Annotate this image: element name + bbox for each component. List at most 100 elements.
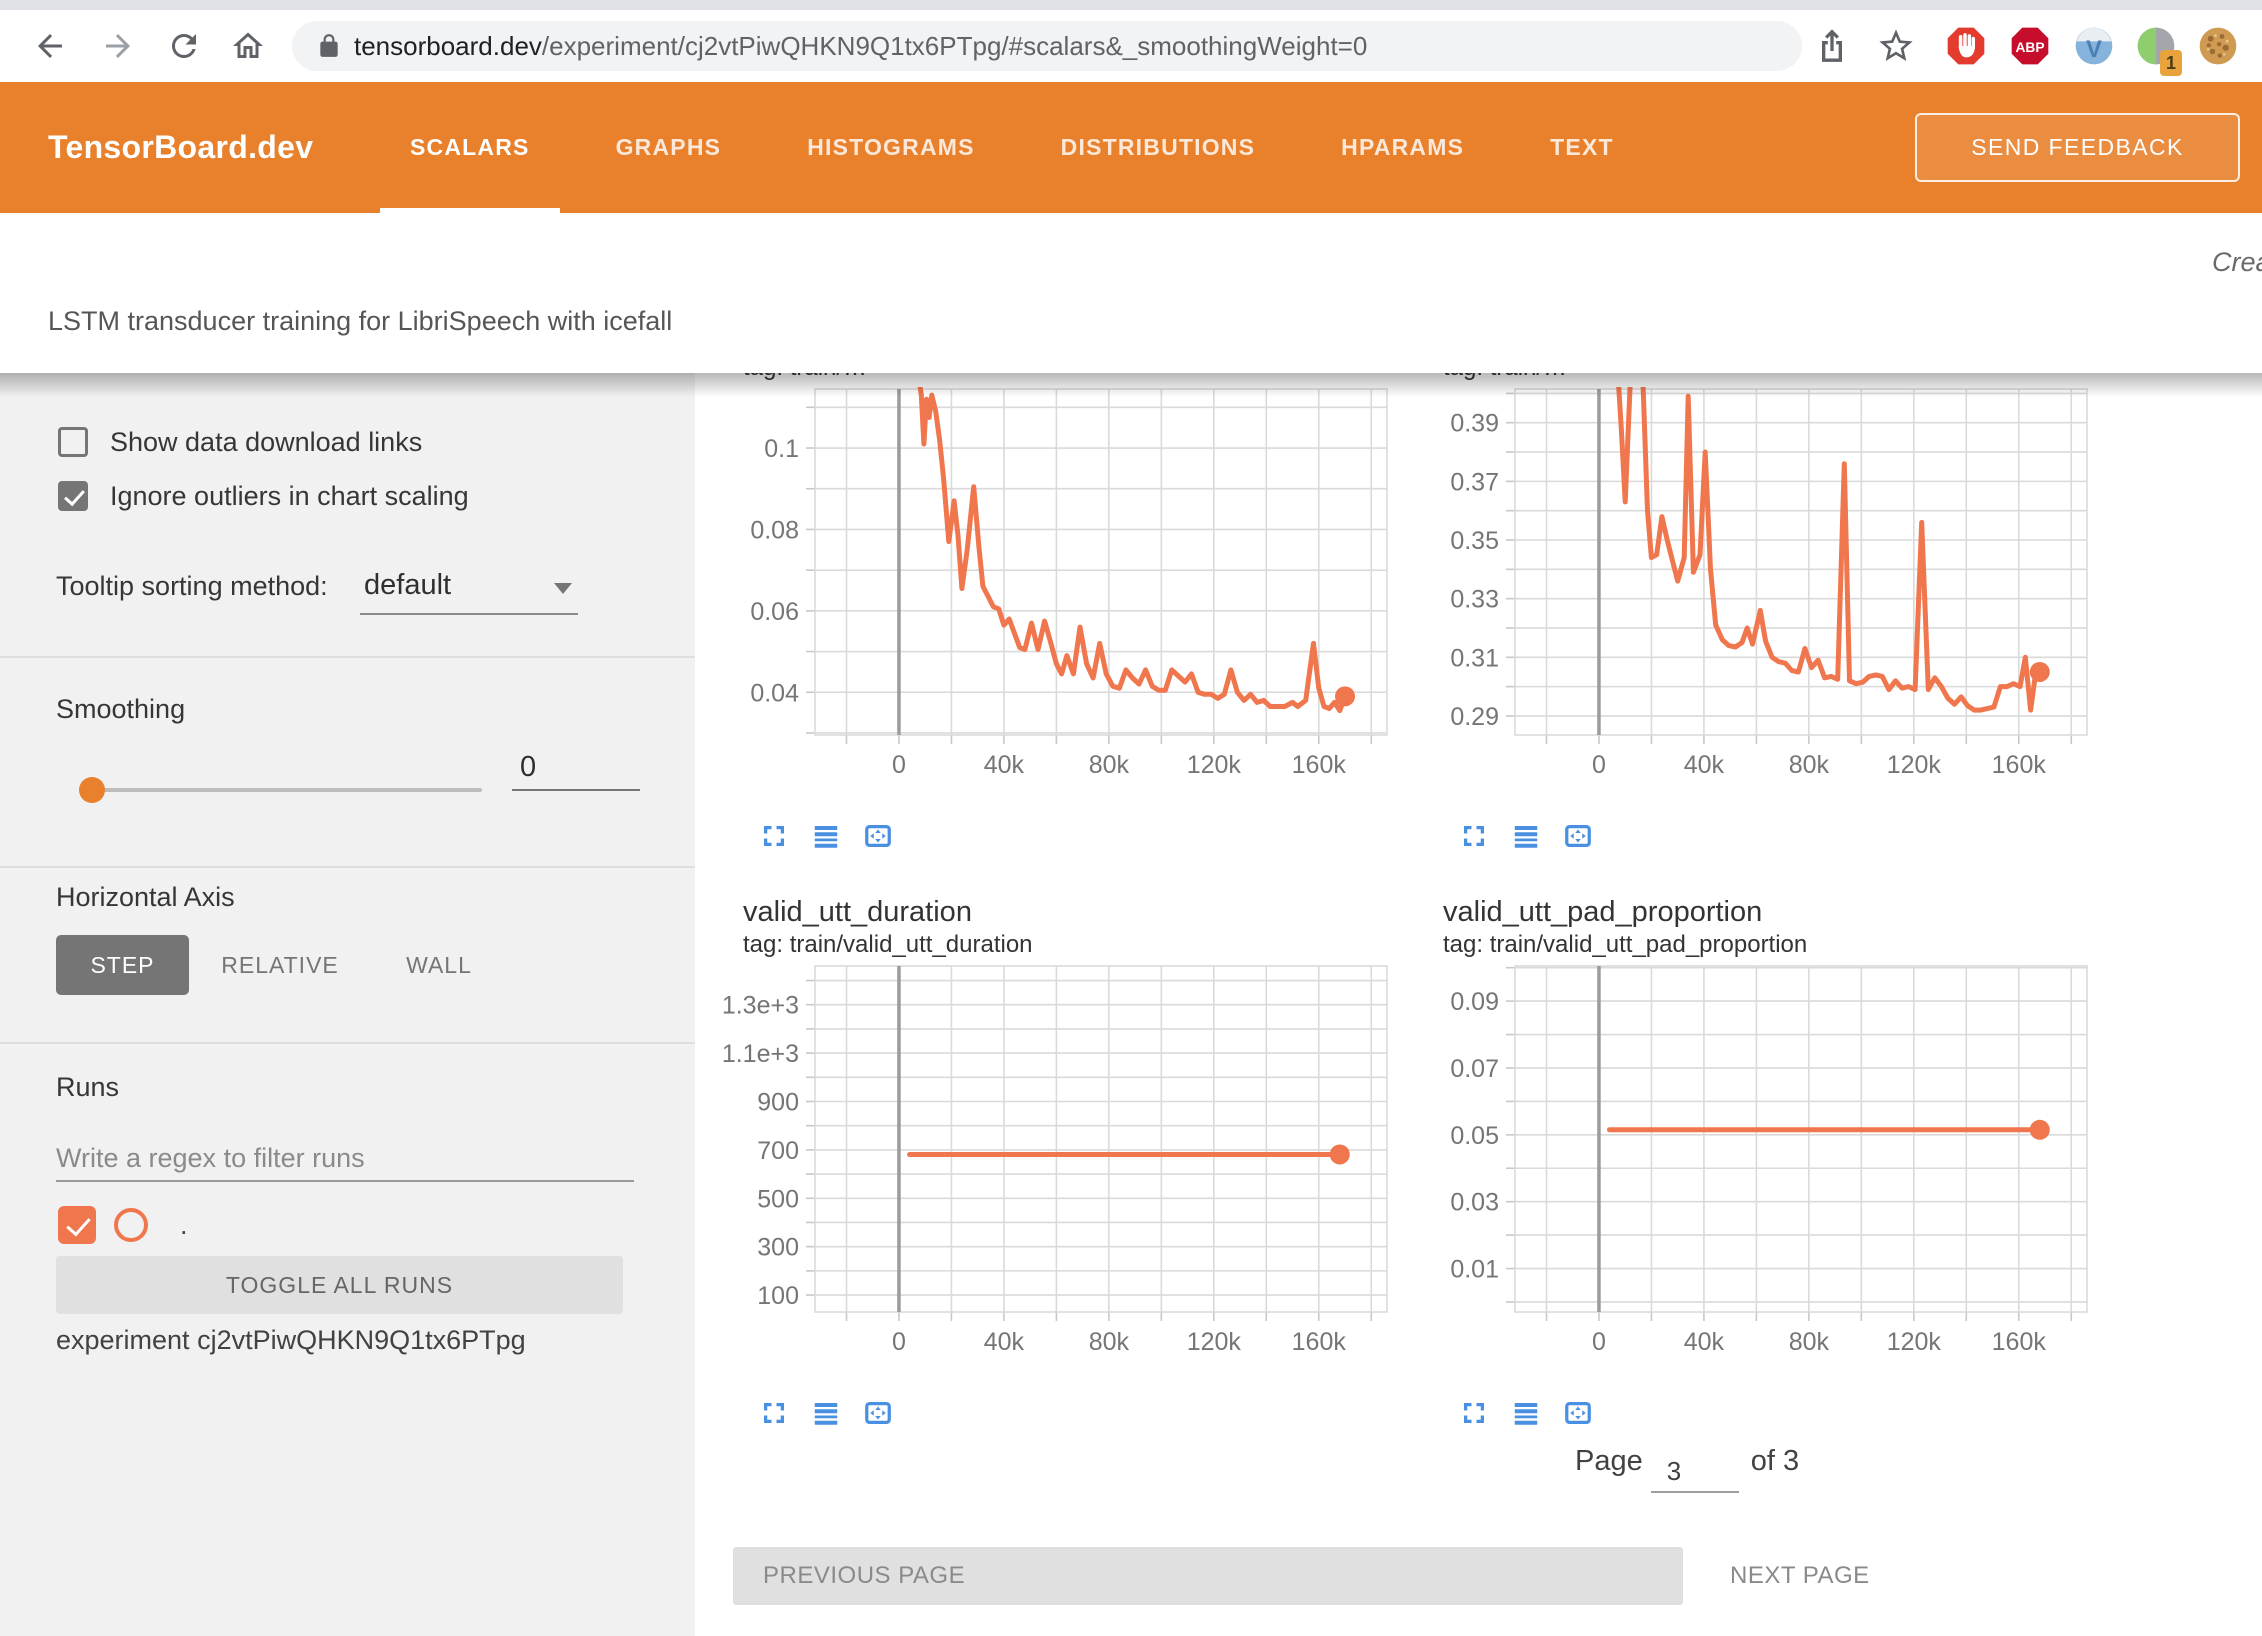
svg-text:0.39: 0.39 [1450,410,1499,438]
smoothing-value-input[interactable] [512,745,640,791]
chart-tag: tag: train/valid_utt_pad_proportion [1403,930,2103,960]
svg-text:0.1: 0.1 [764,435,799,463]
experiment-title: LSTM transducer training for LibriSpeech… [48,306,672,337]
chart-actions [703,1385,1403,1441]
tab-scalars[interactable]: SCALARS [380,82,560,213]
fullscreen-icon[interactable] [1459,821,1489,851]
tab-hparams[interactable]: HPARAMS [1311,82,1494,213]
data-table-icon[interactable] [1511,1398,1541,1428]
ignore-outliers-label: Ignore outliers in chart scaling [110,481,469,512]
forward-icon[interactable] [100,28,136,64]
url-bar[interactable]: tensorboard.dev/experiment/cj2vtPiwQHKN9… [292,21,1802,71]
ext-abp-icon[interactable]: ABP [2008,24,2052,68]
scalar-chart[interactable]: 040k80k120k160k1003005007009001.1e+31.3e… [703,960,1403,1385]
home-icon[interactable] [230,28,266,64]
data-table-icon[interactable] [811,821,841,851]
lock-icon [316,33,342,59]
svg-text:0.06: 0.06 [750,598,799,626]
smoothing-slider-thumb[interactable] [79,777,105,803]
share-icon[interactable] [1812,26,1852,66]
tab-graphs[interactable]: GRAPHS [586,82,752,213]
data-table-icon[interactable] [811,1398,841,1428]
svg-text:160k: 160k [1992,751,2047,779]
svg-text:0.33: 0.33 [1450,586,1499,614]
svg-text:0.03: 0.03 [1450,1189,1499,1217]
chart-tile: valid_utt_pad_proportion tag: train/vali… [1403,894,2103,1441]
tab-text[interactable]: TEXT [1520,82,1644,213]
ext-privacy-icon[interactable]: 1 [2134,24,2178,68]
axis-relative-button[interactable]: RELATIVE [210,935,350,995]
browser-toolbar: tensorboard.dev/experiment/cj2vtPiwQHKN9… [0,10,2262,83]
svg-text:80k: 80k [1089,751,1130,779]
fullscreen-icon[interactable] [759,1398,789,1428]
scalar-chart[interactable]: 040k80k120k160k0.290.310.330.350.370.39 [1403,383,2103,808]
runs-filter-input[interactable] [56,1136,634,1182]
svg-text:0.07: 0.07 [1450,1055,1499,1083]
svg-text:0.31: 0.31 [1450,644,1499,672]
run-checkbox[interactable] [58,1206,96,1244]
tab-histograms[interactable]: HISTOGRAMS [777,82,1004,213]
svg-text:120k: 120k [1187,1328,1242,1356]
ignore-outliers-checkbox[interactable] [58,481,88,511]
previous-page-button[interactable]: PREVIOUS PAGE [733,1547,1683,1605]
fit-domain-icon[interactable] [1563,1398,1593,1428]
fit-domain-icon[interactable] [863,821,893,851]
horizontal-axis-label: Horizontal Axis [56,882,235,913]
url-host: tensorboard.dev [354,31,542,61]
pagination: Page of 3 [1575,1445,1799,1505]
ext-cookie-icon[interactable] [2196,24,2240,68]
svg-text:120k: 120k [1887,1328,1942,1356]
charts-area: tag: train/… 040k80k120k160k0.040.060.08… [695,373,2262,1636]
next-page-button[interactable]: NEXT PAGE [1710,1547,1890,1605]
chart-actions [703,808,1403,864]
svg-text:0: 0 [892,1328,906,1356]
svg-text:0.04: 0.04 [750,679,799,707]
tensorboard-logo[interactable]: TensorBoard.dev [48,82,313,213]
ext-adblock-hand-icon[interactable] [1944,24,1988,68]
smoothing-slider-track[interactable] [92,788,482,792]
ext-vimium-icon[interactable]: V [2072,24,2116,68]
svg-text:0.37: 0.37 [1450,468,1499,496]
svg-text:40k: 40k [984,1328,1025,1356]
url-path: /experiment/cj2vtPiwQHKN9Q1tx6PTpg/#scal… [542,31,1367,61]
chart-tile: valid_utt_duration tag: train/valid_utt_… [703,894,1403,1441]
header-nav: SCALARS GRAPHS HISTOGRAMS DISTRIBUTIONS … [380,82,1670,213]
scalar-chart[interactable]: 040k80k120k160k0.010.030.050.070.09 [1403,960,2103,1385]
fullscreen-icon[interactable] [759,821,789,851]
divider [0,656,695,658]
fullscreen-icon[interactable] [1459,1398,1489,1428]
svg-text:40k: 40k [984,751,1025,779]
reload-icon[interactable] [166,28,202,64]
bookmark-star-icon[interactable] [1876,26,1916,66]
svg-text:40k: 40k [1684,1328,1725,1356]
fit-domain-icon[interactable] [1563,821,1593,851]
scalar-chart[interactable]: 040k80k120k160k0.040.060.080.1 [703,383,1403,808]
chart-actions [1403,808,2103,864]
show-download-links-checkbox[interactable] [58,427,88,457]
ext-abp-label: ABP [2015,40,2044,55]
page-number-input[interactable] [1651,1445,1739,1493]
fit-domain-icon[interactable] [863,1398,893,1428]
tooltip-sorting-dropdown[interactable]: default [360,565,578,615]
back-icon[interactable] [32,28,68,64]
tab-distributions[interactable]: DISTRIBUTIONS [1031,82,1286,213]
svg-text:100: 100 [757,1282,799,1310]
smoothing-label: Smoothing [56,694,185,725]
subheader: Crea LSTM transducer training for LibriS… [0,213,2262,373]
svg-text:80k: 80k [1789,1328,1830,1356]
svg-text:120k: 120k [1187,751,1242,779]
send-feedback-button[interactable]: SEND FEEDBACK [1915,113,2240,182]
run-color-swatch [114,1208,148,1242]
settings-sidebar: Show data download links Ignore outliers… [0,373,695,1636]
svg-text:500: 500 [757,1185,799,1213]
svg-text:0.35: 0.35 [1450,527,1499,555]
data-table-icon[interactable] [1511,821,1541,851]
svg-text:120k: 120k [1887,751,1942,779]
axis-step-button[interactable]: STEP [56,935,189,995]
axis-wall-button[interactable]: WALL [395,935,483,995]
browser-tab-strip [0,0,2262,10]
main-area: Show data download links Ignore outliers… [0,373,2262,1636]
toggle-all-runs-button[interactable]: TOGGLE ALL RUNS [56,1256,623,1314]
svg-text:0.08: 0.08 [750,516,799,544]
svg-text:700: 700 [757,1137,799,1165]
